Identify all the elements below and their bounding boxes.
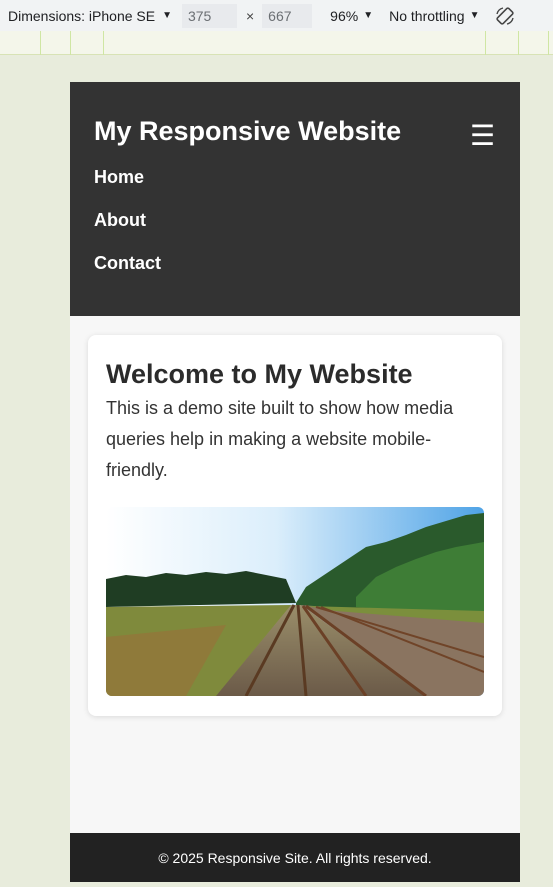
site-footer: © 2025 Responsive Site. All rights reser… — [70, 833, 520, 882]
chevron-down-icon: ▼ — [469, 10, 480, 21]
throttling-label: No throttling — [389, 7, 465, 24]
main-nav: Home About Contact — [94, 166, 496, 295]
site-title: My Responsive Website — [94, 116, 402, 146]
zoom-label: 96% — [330, 7, 359, 24]
media-query-ruler[interactable] — [0, 31, 553, 55]
device-viewport: My Responsive Website ☰ Home About Conta… — [70, 82, 520, 882]
dimensions-dropdown[interactable]: Dimensions: iPhone SE ▼ — [0, 8, 172, 24]
rotate-icon[interactable] — [494, 5, 516, 27]
width-input[interactable]: 375 — [181, 3, 237, 28]
chevron-down-icon: ▼ — [363, 10, 374, 21]
nav-link-about[interactable]: About — [94, 209, 496, 252]
footer-copyright: © 2025 Responsive Site. All rights reser… — [158, 849, 432, 866]
dimensions-label: Dimensions: iPhone SE — [8, 7, 156, 24]
throttling-dropdown[interactable]: No throttling ▼ — [389, 8, 479, 24]
chevron-down-icon: ▼ — [162, 10, 172, 21]
height-input[interactable]: 667 — [262, 3, 313, 28]
welcome-card: Welcome to My Website This is a demo sit… — [88, 335, 502, 716]
railway-image — [106, 507, 484, 696]
times-separator: × — [245, 7, 255, 24]
welcome-heading: Welcome to My Website — [106, 359, 413, 389]
hamburger-menu-icon[interactable]: ☰ — [470, 122, 495, 150]
site-header: My Responsive Website ☰ Home About Conta… — [70, 82, 520, 316]
nav-link-home[interactable]: Home — [94, 166, 496, 209]
devtools-device-toolbar: Dimensions: iPhone SE ▼ 375 × 667 96% ▼ … — [0, 0, 553, 31]
zoom-dropdown[interactable]: 96% ▼ — [330, 8, 373, 24]
nav-link-contact[interactable]: Contact — [94, 252, 496, 295]
welcome-text: This is a demo site built to show how me… — [106, 398, 454, 480]
